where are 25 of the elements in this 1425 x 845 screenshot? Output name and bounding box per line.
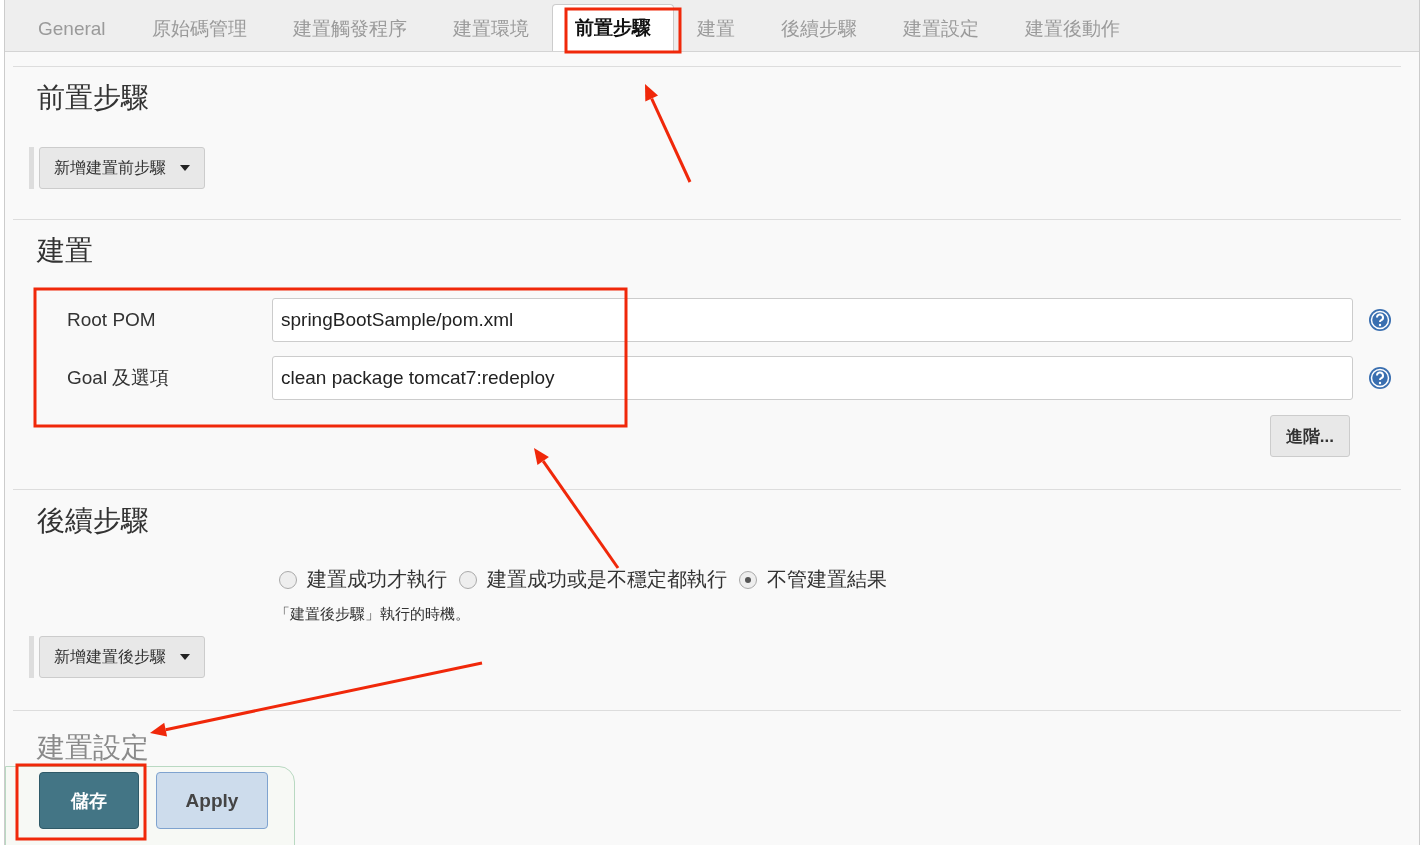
save-button[interactable]: 儲存	[39, 772, 139, 829]
add-step-button[interactable]: 新增建置後步驟	[39, 636, 205, 678]
help-icon[interactable]	[1368, 308, 1392, 332]
advanced-button[interactable]: 進階...	[1269, 415, 1350, 457]
radio-button[interactable]	[459, 570, 477, 589]
radio-option[interactable]: 建置成功或是不穩定都執行	[459, 566, 727, 593]
add-step-button[interactable]: 新增建置前步驟	[39, 147, 205, 189]
field-label: Root POM	[67, 309, 157, 331]
field-label: Goal 及選項	[67, 366, 171, 390]
hint-text: 「建置後步驟」執行的時機。	[274, 604, 471, 624]
apply-button[interactable]: Apply	[156, 772, 268, 829]
section-heading: 建置設定	[37, 730, 149, 766]
input-field[interactable]: clean package tomcat7:redeploy	[272, 356, 1353, 400]
tab[interactable]: 前置步驟	[551, 4, 674, 51]
caret-icon	[180, 654, 190, 660]
section-heading: 前置步驟	[37, 80, 149, 116]
radio-button[interactable]	[739, 570, 757, 589]
caret-icon	[180, 165, 190, 171]
help-icon[interactable]	[1368, 366, 1392, 390]
input-field[interactable]: springBootSample/pom.xml	[272, 298, 1353, 342]
section-heading: 建置	[37, 233, 93, 269]
section-heading: 後續步驟	[37, 503, 149, 539]
radio-option[interactable]: 建置成功才執行	[279, 566, 447, 593]
radio-option[interactable]: 不管建置結果	[739, 566, 887, 593]
radio-button[interactable]	[279, 570, 297, 589]
